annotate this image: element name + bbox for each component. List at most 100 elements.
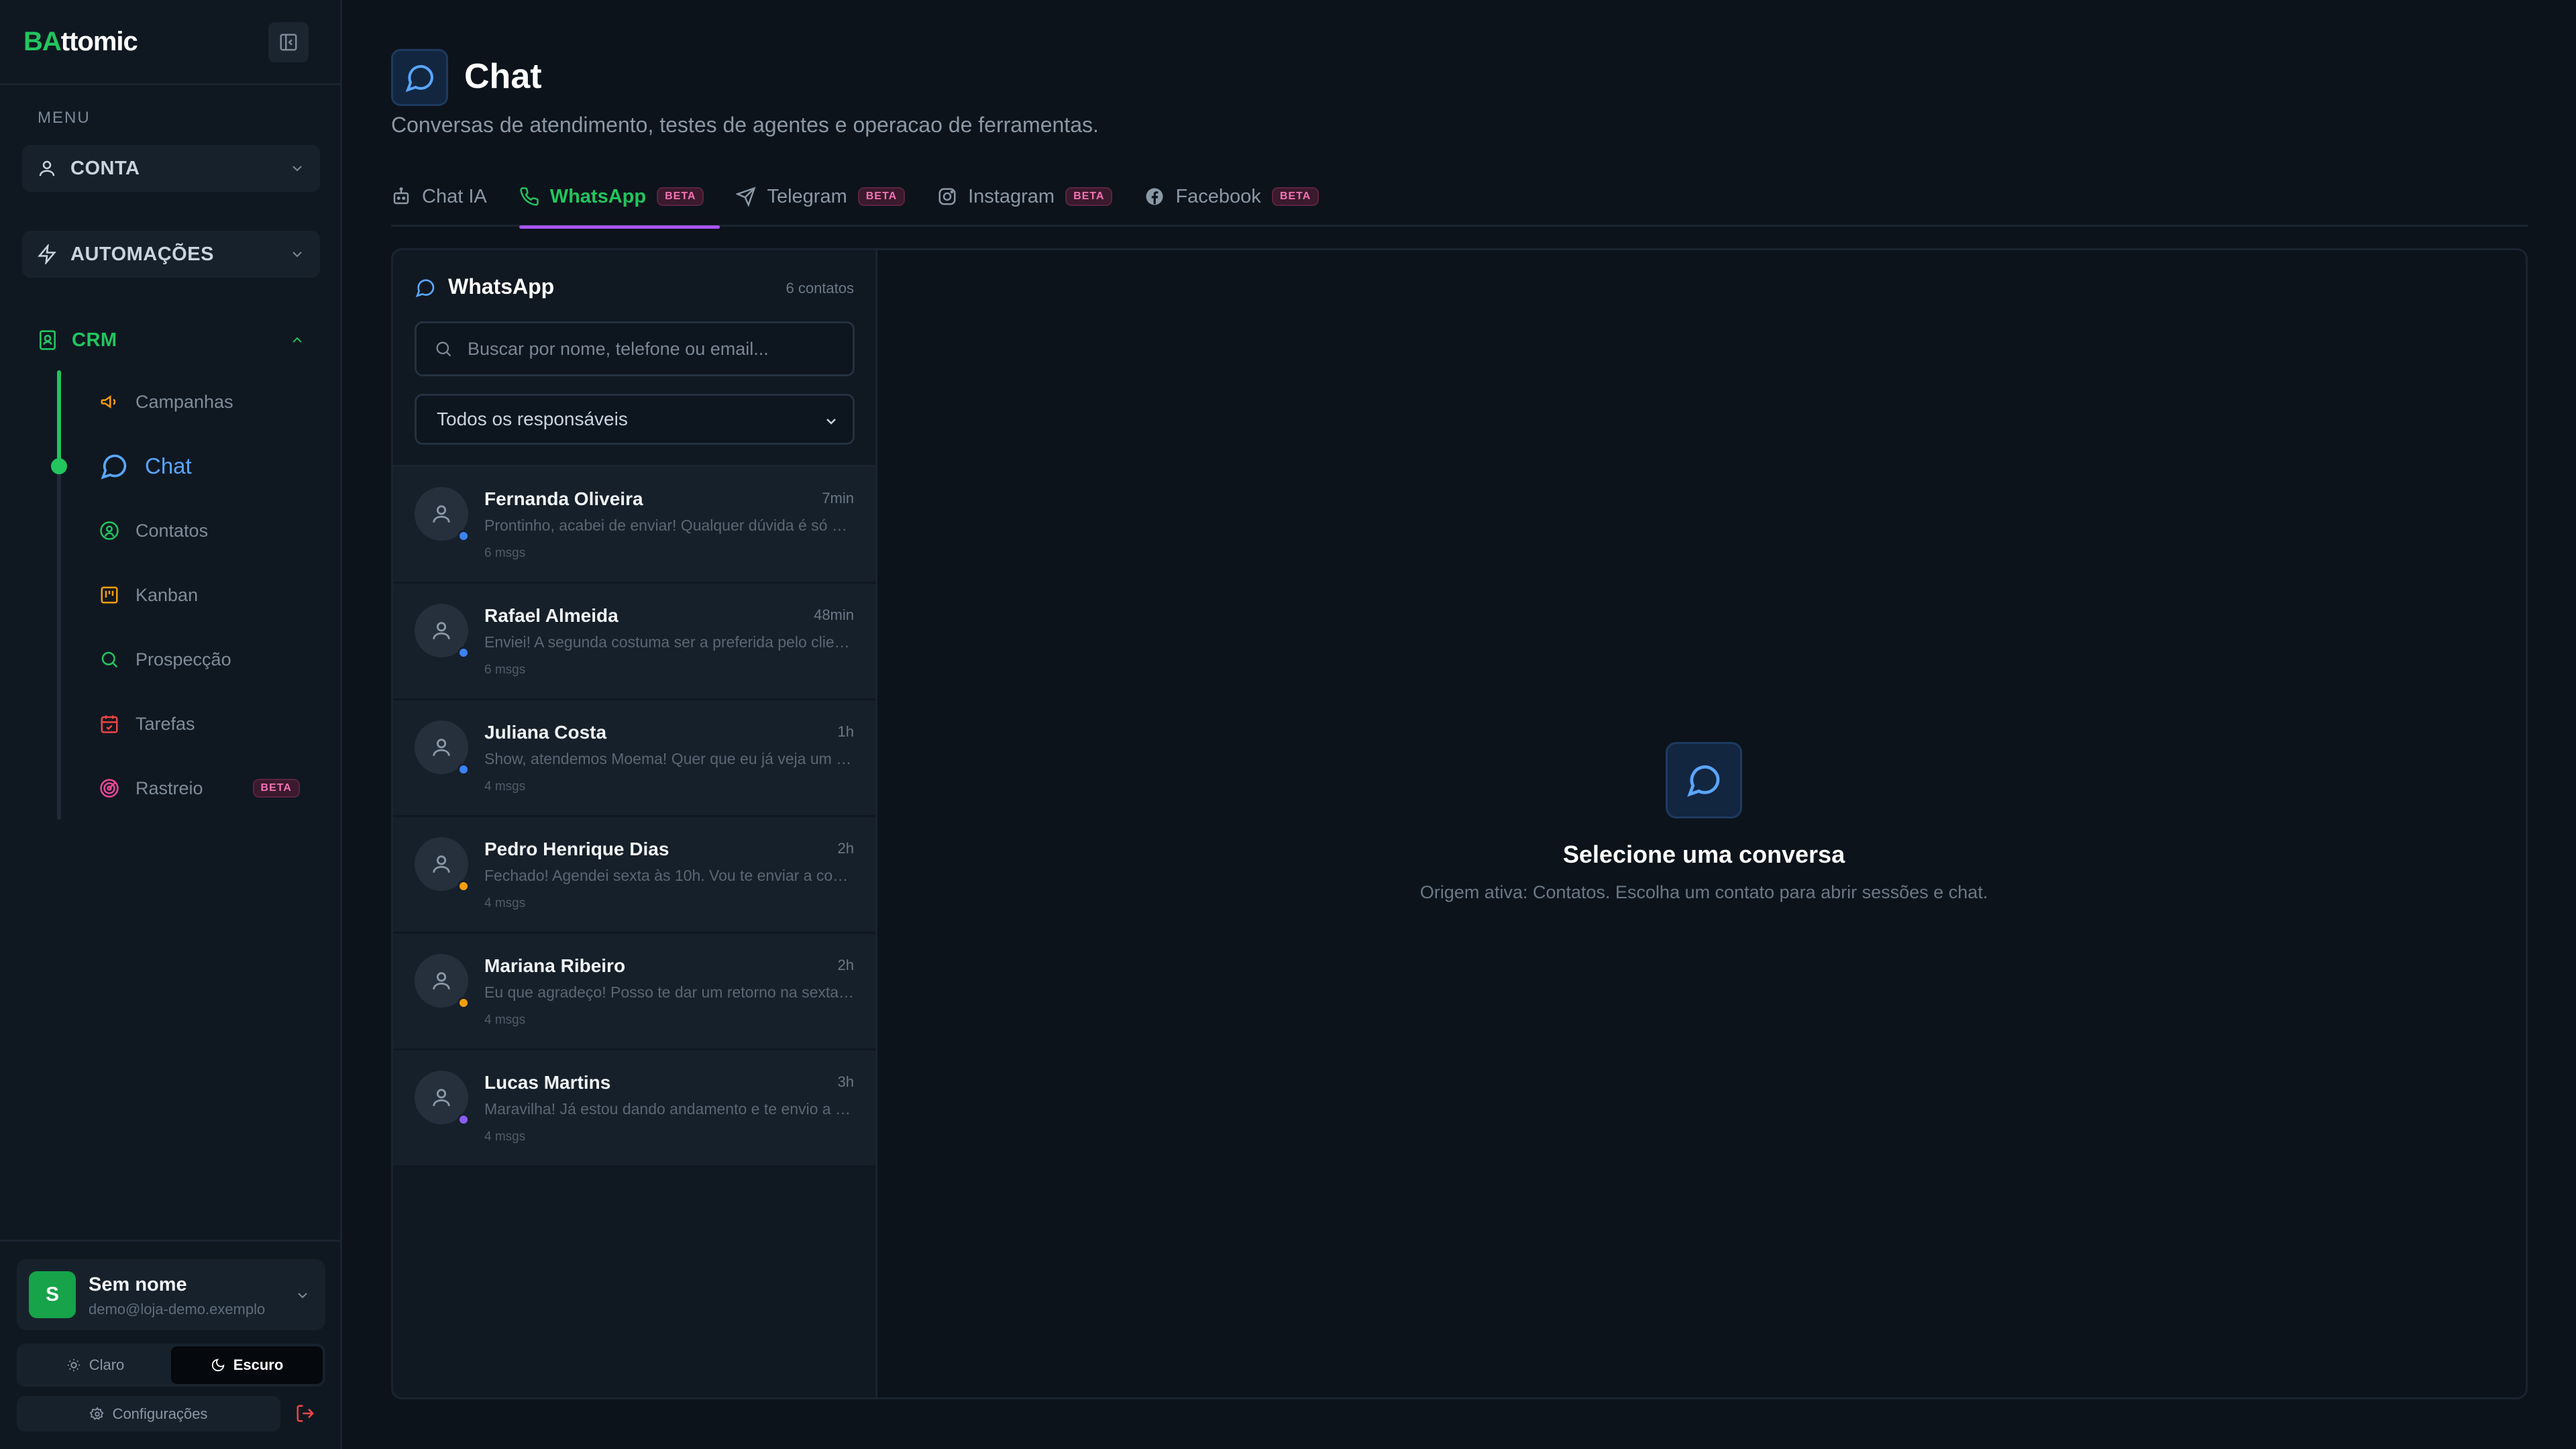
sidebar-item-campanhas[interactable]: Campanhas <box>99 382 233 422</box>
theme-light-label: Claro <box>89 1356 125 1373</box>
sidebar-item-label: Kanban <box>136 584 199 605</box>
tab-instagram[interactable]: Instagram BETA <box>937 176 1128 227</box>
conversation-time: 7min <box>822 490 854 506</box>
message-count: 4 msgs <box>484 1130 526 1144</box>
message-preview: Show, atendemos Moema! Quer que eu já ve… <box>484 750 855 767</box>
sidebar-group-label: CRM <box>72 329 117 351</box>
page-title: Chat <box>464 57 542 96</box>
tab-chat-ia[interactable]: Chat IA <box>391 176 503 227</box>
conversation-time: 3h <box>837 1073 854 1090</box>
conversation-item[interactable]: Mariana Ribeiro 2h Eu que agradeço! Poss… <box>393 934 875 1051</box>
sidebar-group-crm[interactable]: CRM <box>22 317 320 364</box>
chat-bubble-icon <box>405 64 433 92</box>
chevron-down-icon <box>826 419 836 425</box>
sidebar-item-prospeccao[interactable]: Prospecção <box>99 639 231 680</box>
chat-bubble-icon <box>101 454 127 480</box>
beta-badge: BETA <box>857 187 906 206</box>
responsible-filter-select[interactable]: Todos os responsáveis <box>415 394 855 445</box>
profile-email: demo@loja-demo.exemplo <box>89 1301 266 1318</box>
page-chat-icon <box>391 49 448 106</box>
sidebar-item-label: Contatos <box>136 520 209 541</box>
sidebar-item-rastreio[interactable]: Rastreio BETA <box>99 768 300 808</box>
user-icon <box>433 622 450 639</box>
empty-state-subtitle: Origem ativa: Contatos. Escolha um conta… <box>1419 882 1988 902</box>
contact-count: 6 contatos <box>786 280 854 297</box>
moon-icon <box>211 1358 225 1372</box>
conversation-time: 2h <box>837 957 854 973</box>
sidebar-item-chat[interactable]: Chat <box>99 446 192 486</box>
logout-icon[interactable] <box>295 1403 315 1424</box>
sidebar-group-automacoes[interactable]: AUTOMAÇÕES <box>22 231 320 278</box>
empty-state-icon <box>1666 742 1742 818</box>
conversation-item[interactable]: Pedro Henrique Dias 2h Fechado! Agendei … <box>393 817 875 934</box>
sidebar-item-label: Rastreio <box>136 777 203 798</box>
message-count: 6 msgs <box>484 546 526 560</box>
facebook-icon <box>1146 188 1163 205</box>
status-dot <box>458 530 470 542</box>
status-dot <box>458 880 470 892</box>
sidebar-item-label: Prospecção <box>136 649 231 669</box>
search-icon <box>101 651 118 668</box>
sidebar-group-conta[interactable]: CONTA <box>22 145 320 192</box>
theme-light-button[interactable]: Claro <box>19 1346 171 1384</box>
tab-label: Instagram <box>968 185 1055 207</box>
conversation-time: 1h <box>837 723 854 740</box>
search-icon <box>436 341 451 357</box>
profile-card[interactable]: S Sem nome demo@loja-demo.exemplo <box>17 1259 325 1330</box>
crm-tree-active-line <box>57 370 61 467</box>
gear-icon <box>89 1406 104 1420</box>
list-title: WhatsApp <box>448 274 555 299</box>
beta-badge: BETA <box>1271 187 1320 206</box>
status-dot <box>458 997 470 1009</box>
calendar-check-icon <box>101 715 118 733</box>
user-icon <box>433 505 450 523</box>
profile-name: Sem nome <box>89 1274 187 1295</box>
message-preview: Enviei! A segunda costuma ser a preferid… <box>484 633 855 651</box>
message-count: 4 msgs <box>484 1013 526 1027</box>
conversation-item[interactable]: Rafael Almeida 48min Enviei! A segunda c… <box>393 584 875 700</box>
brand-logo[interactable]: BAttomic <box>23 27 138 57</box>
avatar: S <box>29 1271 76 1318</box>
tab-label: Facebook <box>1175 185 1261 207</box>
search-box <box>415 321 855 376</box>
instagram-icon <box>938 188 956 205</box>
tab-whatsapp[interactable]: WhatsApp BETA <box>519 176 720 229</box>
menu-section-label: MENU <box>38 109 91 127</box>
chevron-down-icon <box>292 166 302 172</box>
collapse-sidebar-button[interactable] <box>268 22 309 62</box>
contact-name: Pedro Henrique Dias <box>484 839 669 859</box>
tab-facebook[interactable]: Facebook BETA <box>1144 176 1335 227</box>
tab-telegram[interactable]: Telegram BETA <box>736 176 921 227</box>
channel-tabs: Chat IA WhatsApp BETA Telegram BETA Inst… <box>391 176 2528 229</box>
crm-active-dot <box>51 458 67 474</box>
conversation-item[interactable]: Fernanda Oliveira 7min Prontinho, acabei… <box>393 467 875 584</box>
conversation-item[interactable]: Lucas Martins 3h Maravilha! Já estou dan… <box>393 1051 875 1167</box>
profile-divider <box>0 1240 340 1242</box>
contact-name: Fernanda Oliveira <box>484 488 643 509</box>
message-preview: Maravilha! Já estou dando andamento e te… <box>484 1100 855 1118</box>
message-count: 4 msgs <box>484 780 526 794</box>
chat-bubble-icon <box>1687 765 1720 797</box>
sidebar-item-contatos[interactable]: Contatos <box>99 511 208 551</box>
conversation-list-column: WhatsApp 6 contatos Todos os responsávei… <box>393 250 877 1397</box>
sidebar-item-kanban[interactable]: Kanban <box>99 575 198 615</box>
empty-state-title: Selecione uma conversa <box>1562 841 1845 868</box>
conversation-time: 2h <box>837 840 854 857</box>
sidebar-group-label: CONTA <box>70 157 140 179</box>
contact-name: Rafael Almeida <box>484 605 619 626</box>
chat-panel: WhatsApp 6 contatos Todos os responsávei… <box>391 248 2528 1399</box>
kanban-icon <box>101 586 118 604</box>
theme-dark-button[interactable]: Escuro <box>171 1346 323 1384</box>
beta-badge: BETA <box>1065 187 1113 206</box>
chat-bubble-icon <box>415 279 435 298</box>
robot-icon <box>393 187 409 205</box>
radar-icon <box>100 779 119 798</box>
tab-label: WhatsApp <box>549 185 647 207</box>
conversation-item[interactable]: Juliana Costa 1h Show, atendemos Moema! … <box>393 700 875 817</box>
user-icon <box>39 160 55 176</box>
settings-button[interactable]: Configurações <box>17 1396 280 1432</box>
sidebar-item-tarefas[interactable]: Tarefas <box>99 704 195 744</box>
chevron-up-icon <box>292 337 302 343</box>
message-preview: Eu que agradeço! Posso te dar um retorno… <box>484 983 855 1001</box>
search-input[interactable] <box>468 338 843 360</box>
